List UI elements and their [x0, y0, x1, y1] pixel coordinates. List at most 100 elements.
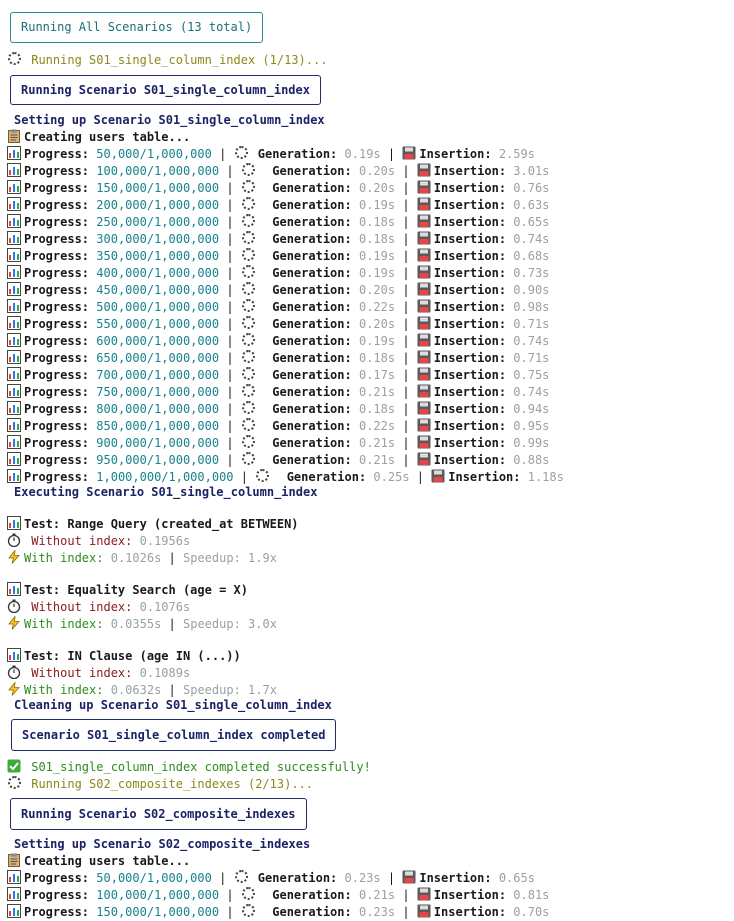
progress-count: 150,000/1,000,000 — [96, 181, 220, 195]
generation-label: Generation: — [272, 300, 352, 314]
generation-time: 0.19s — [358, 198, 396, 212]
floppy-disk-icon — [417, 248, 431, 262]
gear-icon — [241, 316, 255, 329]
scenario1-cleaning-text: Cleaning up Scenario S01_single_column_i… — [14, 698, 332, 712]
scenario1-executing-text: Executing Scenario S01_single_column_ind… — [14, 485, 318, 499]
insertion-label: Insertion: — [433, 351, 507, 365]
floppy-disk-icon — [417, 887, 431, 901]
progress-count: 350,000/1,000,000 — [96, 249, 220, 263]
scenario1-progress-row-16: Progress: 800,000/1,000,000 | Generation… — [7, 401, 549, 418]
generation-label: Generation: — [272, 436, 352, 450]
chart-icon — [7, 367, 21, 381]
chart-icon — [7, 180, 21, 194]
progress-label: Progress: — [24, 351, 90, 365]
chart-icon — [7, 299, 21, 313]
generation-label: Generation: — [272, 419, 352, 433]
floppy-disk-icon — [417, 231, 431, 245]
separator: | — [168, 551, 176, 565]
scenario1-running-line: Running S01_single_column_index (1/13)..… — [7, 52, 327, 69]
header-box-text: Running All Scenarios (13 total) — [21, 20, 253, 34]
separator: | — [219, 147, 227, 161]
insertion-label: Insertion: — [433, 402, 507, 416]
stopwatch-icon — [7, 599, 21, 613]
progress-count: 300,000/1,000,000 — [96, 232, 220, 246]
separator: | — [226, 283, 234, 297]
progress-label: Progress: — [24, 871, 90, 885]
with-index-label: With index: — [24, 683, 104, 697]
generation-label: Generation: — [272, 905, 352, 919]
insertion-time: 0.90s — [513, 283, 550, 297]
floppy-disk-icon — [417, 197, 431, 211]
separator: | — [226, 368, 234, 382]
insertion-label: Insertion: — [433, 368, 507, 382]
scenario2-progress-row-1: Progress: 50,000/1,000,000 | Generation:… — [7, 870, 535, 887]
lightning-icon — [7, 550, 21, 564]
generation-time: 0.20s — [358, 317, 396, 331]
separator: | — [226, 334, 234, 348]
insertion-label: Insertion: — [433, 164, 507, 178]
generation-time: 0.18s — [358, 215, 396, 229]
generation-time: 0.20s — [358, 181, 396, 195]
scenario2-progress-row-2: Progress: 100,000/1,000,000 | Generation… — [7, 887, 549, 904]
scenario1-progress-row-5: Progress: 250,000/1,000,000 | Generation… — [7, 214, 549, 231]
gear-icon — [241, 265, 255, 278]
progress-count: 400,000/1,000,000 — [96, 266, 220, 280]
insertion-label: Insertion: — [433, 300, 507, 314]
generation-label: Generation: — [257, 147, 338, 161]
insertion-label: Insertion: — [433, 317, 507, 331]
insertion-time: 0.75s — [513, 368, 550, 382]
scenario1-progress-row-17: Progress: 850,000/1,000,000 | Generation… — [7, 418, 549, 435]
generation-label: Generation: — [272, 164, 352, 178]
gear-icon — [241, 299, 255, 312]
generation-time: 0.21s — [358, 385, 396, 399]
separator: | — [402, 453, 410, 467]
with-index-label: With index: — [24, 617, 104, 631]
progress-count: 50,000/1,000,000 — [96, 147, 212, 161]
chart-icon — [7, 265, 21, 279]
generation-label: Generation: — [272, 249, 352, 263]
progress-label: Progress: — [24, 888, 90, 902]
progress-count: 950,000/1,000,000 — [96, 453, 220, 467]
clipboard-icon — [7, 853, 21, 867]
separator: | — [226, 249, 234, 263]
generation-label: Generation: — [286, 470, 367, 484]
progress-count: 850,000/1,000,000 — [96, 419, 220, 433]
gear-icon — [8, 52, 21, 65]
progress-count: 150,000/1,000,000 — [96, 905, 220, 919]
chart-icon — [7, 516, 21, 530]
chart-icon — [7, 904, 21, 918]
scenario1-title-box: Running Scenario S01_single_column_index — [10, 75, 321, 105]
scenario2-setup-line: Setting up Scenario S02_composite_indexe… — [14, 836, 310, 853]
test-1-without: Without index: 0.1956s — [7, 533, 190, 550]
scenario1-executing-line: Executing Scenario S01_single_column_ind… — [14, 484, 317, 501]
speedup-value: Speedup: 1.9x — [183, 551, 277, 565]
insertion-label: Insertion: — [433, 266, 507, 280]
progress-label: Progress: — [24, 385, 90, 399]
progress-count: 100,000/1,000,000 — [96, 888, 220, 902]
separator: | — [402, 232, 410, 246]
progress-count: 250,000/1,000,000 — [96, 215, 220, 229]
scenario1-progress-row-6: Progress: 300,000/1,000,000 | Generation… — [7, 231, 549, 248]
gear-icon — [241, 214, 255, 227]
insertion-time: 0.70s — [513, 905, 550, 919]
floppy-disk-icon — [402, 146, 416, 160]
insertion-time: 0.65s — [513, 215, 550, 229]
progress-count: 700,000/1,000,000 — [96, 368, 220, 382]
scenario1-progress-row-2: Progress: 100,000/1,000,000 | Generation… — [7, 163, 549, 180]
test-1-title: Test: Range Query (created_at BETWEEN) — [7, 516, 299, 533]
gear-icon — [234, 870, 248, 883]
generation-time: 0.20s — [358, 283, 396, 297]
test-name: Test: Equality Search (age = X) — [24, 583, 248, 597]
separator: | — [402, 300, 410, 314]
separator: | — [226, 317, 234, 331]
chart-icon — [7, 384, 21, 398]
chart-icon — [7, 452, 21, 466]
floppy-disk-icon — [417, 452, 431, 466]
scenario1-progress-row-10: Progress: 500,000/1,000,000 | Generation… — [7, 299, 549, 316]
chart-icon — [7, 401, 21, 415]
scenario1-progress-row-19: Progress: 950,000/1,000,000 | Generation… — [7, 452, 549, 469]
separator: | — [240, 470, 249, 484]
separator: | — [226, 905, 234, 919]
test-3-without: Without index: 0.1089s — [7, 665, 190, 682]
floppy-disk-icon — [417, 904, 431, 918]
